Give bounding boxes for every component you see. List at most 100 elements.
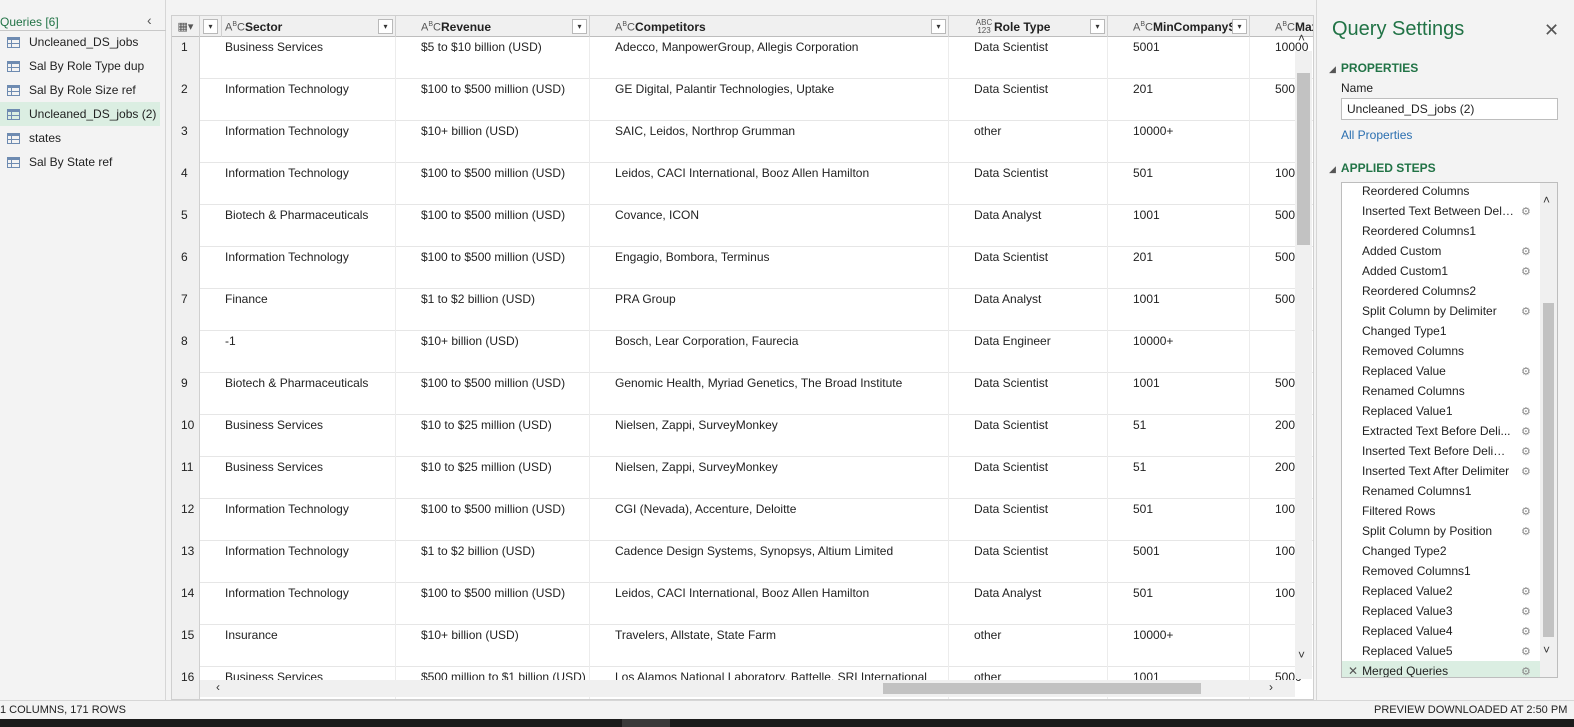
gear-icon[interactable]: ⚙ bbox=[1521, 405, 1531, 418]
table-cell[interactable]: $1 to $2 billion (USD) bbox=[418, 541, 590, 583]
table-cell[interactable]: Information Technology bbox=[222, 163, 396, 205]
table-cell[interactable]: Leidos, CACI International, Booz Allen H… bbox=[612, 583, 949, 625]
row-number[interactable]: 10 bbox=[172, 415, 200, 457]
gear-icon[interactable]: ⚙ bbox=[1521, 645, 1531, 658]
table-cell[interactable]: Adecco, ManpowerGroup, Allegis Corporati… bbox=[612, 37, 949, 79]
table-cell[interactable]: Information Technology bbox=[222, 121, 396, 163]
table-cell[interactable]: 10000+ bbox=[1130, 121, 1250, 163]
scroll-up-icon[interactable]: ˄ bbox=[1298, 31, 1305, 45]
gear-icon[interactable]: ⚙ bbox=[1521, 605, 1531, 618]
table-cell[interactable]: Cadence Design Systems, Synopsys, Altium… bbox=[612, 541, 949, 583]
table-cell[interactable]: Information Technology bbox=[222, 583, 396, 625]
table-cell[interactable]: Business Services bbox=[222, 415, 396, 457]
table-cell[interactable]: 201 bbox=[1130, 247, 1250, 289]
applied-step[interactable]: Replaced Value2 ⚙ bbox=[1342, 581, 1540, 601]
table-cell[interactable]: SAIC, Leidos, Northrop Grumman bbox=[612, 121, 949, 163]
applied-step[interactable]: Changed Type2 bbox=[1342, 541, 1540, 561]
table-row[interactable]: 3 Information Technology $10+ billion (USD… bbox=[172, 121, 1313, 163]
collapse-pane-icon[interactable]: ‹ bbox=[147, 12, 152, 28]
table-cell[interactable]: Data Scientist bbox=[971, 415, 1108, 457]
table-cell[interactable]: Information Technology bbox=[222, 247, 396, 289]
table-cell[interactable]: PRA Group bbox=[612, 289, 949, 331]
table-cell[interactable]: 5001 bbox=[1130, 37, 1250, 79]
table-cell[interactable]: Finance bbox=[222, 289, 396, 331]
table-cell[interactable]: Information Technology bbox=[222, 499, 396, 541]
applied-step[interactable]: Renamed Columns1 bbox=[1342, 481, 1540, 501]
table-cell[interactable]: other bbox=[971, 625, 1108, 667]
applied-step[interactable]: Inserted Text After Delimiter ⚙ bbox=[1342, 461, 1540, 481]
query-item[interactable]: Uncleaned_DS_jobs bbox=[0, 30, 160, 54]
steps-scroll-thumb[interactable] bbox=[1543, 303, 1554, 637]
table-cell[interactable]: Business Services bbox=[222, 37, 396, 79]
applied-step[interactable]: Added Custom ⚙ bbox=[1342, 241, 1540, 261]
applied-step[interactable]: Removed Columns1 bbox=[1342, 561, 1540, 581]
applied-step[interactable]: Added Custom1 ⚙ bbox=[1342, 261, 1540, 281]
gear-icon[interactable]: ⚙ bbox=[1521, 625, 1531, 638]
table-row[interactable]: 1 Business Services $5 to $10 billion (USD… bbox=[172, 37, 1313, 79]
table-cell[interactable]: Biotech & Pharmaceuticals bbox=[222, 373, 396, 415]
table-cell[interactable]: Biotech & Pharmaceuticals bbox=[222, 205, 396, 247]
table-cell[interactable]: $100 to $500 million (USD) bbox=[418, 373, 590, 415]
table-cell[interactable]: Nielsen, Zappi, SurveyMonkey bbox=[612, 415, 949, 457]
applied-step[interactable]: Reordered Columns bbox=[1342, 183, 1540, 201]
table-cell[interactable]: 5001 bbox=[1130, 541, 1250, 583]
row-number[interactable]: 4 bbox=[172, 163, 200, 205]
applied-step[interactable]: Replaced Value5 ⚙ bbox=[1342, 641, 1540, 661]
table-cell[interactable]: Data Scientist bbox=[971, 373, 1108, 415]
table-cell[interactable]: Data Scientist bbox=[971, 37, 1108, 79]
applied-step[interactable]: Inserted Text Between Deli... ⚙ bbox=[1342, 201, 1540, 221]
row-number[interactable]: 7 bbox=[172, 289, 200, 331]
table-cell[interactable]: Data Scientist bbox=[971, 499, 1108, 541]
row-number[interactable]: 16 bbox=[172, 667, 200, 699]
row-number[interactable]: 3 bbox=[172, 121, 200, 163]
row-number[interactable]: 6 bbox=[172, 247, 200, 289]
scroll-right-icon[interactable]: › bbox=[1269, 680, 1273, 694]
gear-icon[interactable]: ⚙ bbox=[1521, 525, 1531, 538]
table-row[interactable]: 11 Business Services $10 to $25 million (U… bbox=[172, 457, 1313, 499]
table-cell[interactable]: Engagio, Bombora, Terminus bbox=[612, 247, 949, 289]
table-cell[interactable]: $10 to $25 million (USD) bbox=[418, 457, 590, 499]
table-cell[interactable]: 51 bbox=[1130, 457, 1250, 499]
row-number[interactable]: 13 bbox=[172, 541, 200, 583]
column-filter-dropdown-icon[interactable]: ▾ bbox=[931, 19, 946, 34]
column-type-icon[interactable]: ABC bbox=[1133, 20, 1153, 33]
table-cell[interactable]: Data Scientist bbox=[971, 457, 1108, 499]
applied-step[interactable]: Renamed Columns bbox=[1342, 381, 1540, 401]
applied-step[interactable]: Replaced Value ⚙ bbox=[1342, 361, 1540, 381]
table-cell[interactable]: Data Engineer bbox=[971, 331, 1108, 373]
table-cell[interactable]: 10000+ bbox=[1130, 331, 1250, 373]
properties-section[interactable]: ◢ PROPERTIES bbox=[1329, 61, 1418, 75]
applied-step[interactable]: Split Column by Position ⚙ bbox=[1342, 521, 1540, 541]
table-cell[interactable]: Information Technology bbox=[222, 79, 396, 121]
table-cell[interactable]: other bbox=[971, 121, 1108, 163]
table-cell[interactable]: 501 bbox=[1130, 163, 1250, 205]
steps-scrollbar[interactable]: ˄ ˅ bbox=[1540, 183, 1557, 677]
scroll-left-icon[interactable]: ‹ bbox=[216, 680, 220, 694]
table-cell[interactable]: 1001 bbox=[1130, 373, 1250, 415]
table-row[interactable]: 13 Information Technology $1 to $2 billion… bbox=[172, 541, 1313, 583]
row-number[interactable]: 9 bbox=[172, 373, 200, 415]
table-cell[interactable]: $10 to $25 million (USD) bbox=[418, 415, 590, 457]
row-number[interactable]: 11 bbox=[172, 457, 200, 499]
column-header[interactable]: ABC 123 Role Type ▾ bbox=[971, 16, 1108, 37]
scroll-down-icon[interactable]: ˅ bbox=[1543, 643, 1550, 657]
table-cell[interactable]: Data Scientist bbox=[971, 541, 1108, 583]
table-cell[interactable]: $100 to $500 million (USD) bbox=[418, 583, 590, 625]
table-row[interactable]: 6 Information Technology $100 to $500 mill… bbox=[172, 247, 1313, 289]
column-type-icon[interactable]: ABC bbox=[225, 20, 245, 33]
select-column-dropdown-icon[interactable]: ▾ bbox=[200, 16, 222, 37]
table-cell[interactable]: Data Scientist bbox=[971, 163, 1108, 205]
row-number[interactable]: 15 bbox=[172, 625, 200, 667]
query-item[interactable]: Sal By Role Type dup bbox=[0, 54, 160, 78]
table-cell[interactable]: Leidos, CACI International, Booz Allen H… bbox=[612, 163, 949, 205]
column-type-icon[interactable]: ABC bbox=[1275, 20, 1295, 33]
column-header[interactable]: ABCMaxCo bbox=[1272, 16, 1313, 37]
gear-icon[interactable]: ⚙ bbox=[1521, 205, 1531, 218]
column-filter-dropdown-icon[interactable]: ▾ bbox=[572, 19, 587, 34]
table-cell[interactable]: Data Analyst bbox=[971, 205, 1108, 247]
table-cell[interactable]: 1001 bbox=[1130, 289, 1250, 331]
column-header[interactable]: ABC Competitors ▾ bbox=[612, 16, 949, 37]
table-row[interactable]: 7 Finance $1 to $2 billion (USD) PRA Group D… bbox=[172, 289, 1313, 331]
table-cell[interactable]: 10000+ bbox=[1130, 625, 1250, 667]
table-row[interactable]: 5 Biotech & Pharmaceuticals $100 to $500 m… bbox=[172, 205, 1313, 247]
